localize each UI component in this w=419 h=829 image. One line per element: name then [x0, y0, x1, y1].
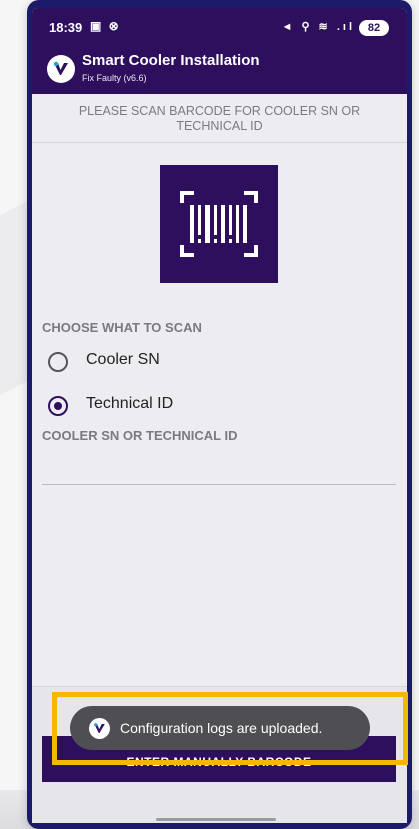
status-time: 18:39	[49, 20, 83, 35]
barcode-scan-button[interactable]	[160, 165, 278, 283]
radio-unchecked-icon[interactable]	[48, 352, 68, 372]
barcode-scan-icon	[180, 191, 258, 257]
app-subtitle: Fix Faulty (v6.6)	[82, 73, 147, 83]
divider	[32, 142, 407, 143]
scan-prompt: PLEASE SCAN BARCODE FOR COOLER SN OR TEC…	[78, 104, 361, 133]
system-status-icons: ◄ ⚲ ≋ .ıl	[281, 21, 355, 33]
notification-icons: ▣ ⊗	[90, 19, 121, 33]
home-indicator[interactable]	[156, 818, 276, 821]
battery-icon: 82	[359, 20, 389, 36]
field-label: COOLER SN OR TECHNICAL ID	[42, 428, 238, 443]
radio-checked-icon[interactable]	[48, 396, 68, 416]
radio-label: Cooler SN	[86, 351, 160, 368]
radio-dot	[54, 402, 62, 410]
sn-or-technical-id-input[interactable]	[42, 456, 396, 485]
highlight-annotation	[52, 692, 408, 765]
status-bar: 18:39 ▣ ⊗ ◄ ⚲ ≋ .ıl 82	[32, 19, 407, 40]
radio-label: Technical ID	[86, 395, 174, 412]
choose-heading: CHOOSE WHAT TO SCAN	[42, 320, 202, 335]
app-title: Smart Cooler Installation	[82, 52, 260, 69]
app-header: 18:39 ▣ ⊗ ◄ ⚲ ≋ .ıl 82 Smart Cooler Inst…	[32, 8, 407, 94]
brand-v-logo-icon	[47, 55, 75, 83]
